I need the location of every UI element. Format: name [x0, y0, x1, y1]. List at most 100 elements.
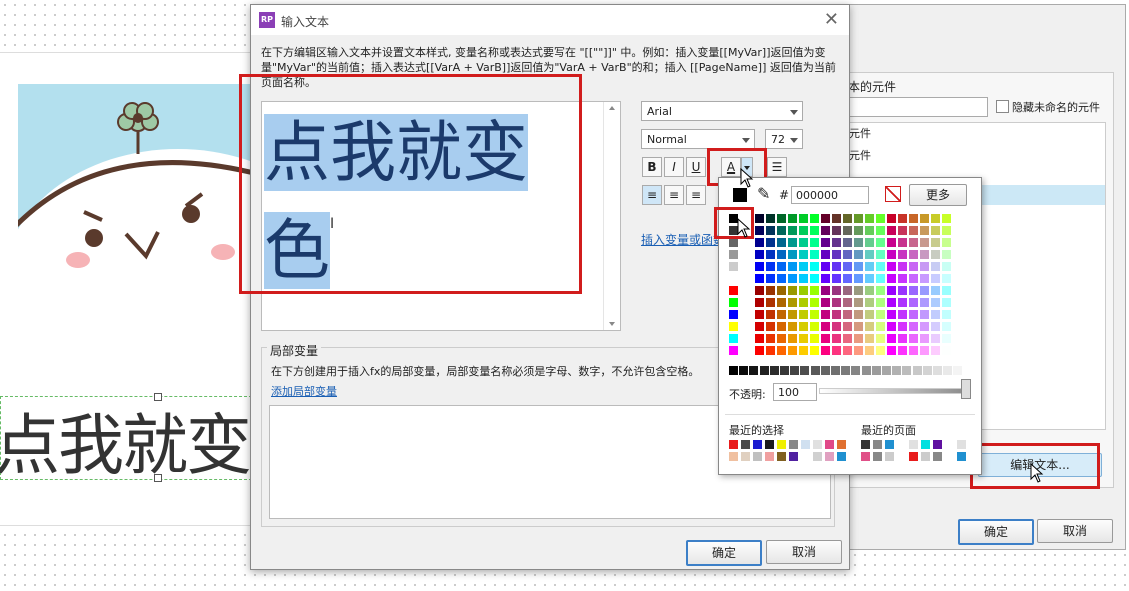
palette-swatch[interactable] [810, 346, 819, 355]
palette-swatch[interactable] [920, 226, 929, 235]
palette-swatch[interactable] [898, 250, 907, 259]
palette-swatch[interactable] [766, 262, 775, 271]
underline-button[interactable]: U [686, 157, 706, 177]
align-right-icon[interactable]: ≡ [686, 185, 706, 205]
palette-swatch[interactable] [777, 226, 786, 235]
basic-color-swatch[interactable] [729, 310, 738, 319]
palette-swatch[interactable] [909, 322, 918, 331]
basic-color-swatch[interactable] [729, 298, 738, 307]
palette-swatch[interactable] [843, 226, 852, 235]
palette-swatch[interactable] [821, 310, 830, 319]
align-left-icon[interactable]: ≡ [642, 185, 662, 205]
grey-swatch[interactable] [729, 366, 738, 375]
palette-swatch[interactable] [887, 298, 896, 307]
grey-swatch[interactable] [790, 366, 800, 375]
palette-swatch[interactable] [931, 286, 940, 295]
palette-swatch[interactable] [843, 298, 852, 307]
basic-color-swatch[interactable] [729, 238, 738, 247]
font-size-select[interactable]: 72 [765, 129, 803, 149]
palette-swatch[interactable] [843, 286, 852, 295]
palette-swatch[interactable] [909, 334, 918, 343]
palette-swatch[interactable] [799, 310, 808, 319]
basic-color-swatch[interactable] [729, 346, 738, 355]
recent-color-swatch[interactable] [813, 452, 822, 461]
palette-swatch[interactable] [931, 322, 940, 331]
grey-swatch[interactable] [933, 366, 942, 375]
recent-color-swatch[interactable] [825, 440, 834, 449]
palette-swatch[interactable] [788, 274, 797, 283]
grey-swatch[interactable] [912, 366, 922, 375]
palette-swatch[interactable] [810, 238, 819, 247]
palette-swatch[interactable] [865, 310, 874, 319]
palette-swatch[interactable] [832, 286, 841, 295]
palette-swatch[interactable] [931, 262, 940, 271]
recent-page-swatch[interactable] [885, 452, 894, 461]
palette-swatch[interactable] [755, 346, 764, 355]
palette-swatch[interactable] [854, 226, 863, 235]
recent-color-swatch[interactable] [777, 440, 786, 449]
palette-swatch[interactable] [920, 250, 929, 259]
palette-swatch[interactable] [755, 262, 764, 271]
palette-swatch[interactable] [931, 334, 940, 343]
palette-swatch[interactable] [887, 274, 896, 283]
palette-swatch[interactable] [777, 250, 786, 259]
opacity-input[interactable]: 100 [773, 383, 817, 401]
palette-swatch[interactable] [821, 298, 830, 307]
palette-swatch[interactable] [843, 274, 852, 283]
palette-swatch[interactable] [766, 274, 775, 283]
grey-swatch[interactable] [769, 366, 779, 375]
palette-swatch[interactable] [788, 286, 797, 295]
grey-swatch[interactable] [820, 366, 830, 375]
palette-swatch[interactable] [843, 346, 852, 355]
basic-color-swatch[interactable] [729, 262, 738, 271]
palette-swatch[interactable] [821, 214, 830, 223]
palette-swatch[interactable] [876, 238, 885, 247]
palette-swatch[interactable] [799, 226, 808, 235]
palette-swatch[interactable] [777, 214, 786, 223]
palette-swatch[interactable] [799, 286, 808, 295]
palette-swatch[interactable] [887, 334, 896, 343]
cancel-button[interactable]: 取消 [766, 540, 842, 564]
palette-swatch[interactable] [843, 214, 852, 223]
palette-swatch[interactable] [832, 250, 841, 259]
grey-swatch[interactable] [780, 366, 789, 375]
grey-swatch[interactable] [892, 366, 902, 375]
palette-swatch[interactable] [810, 262, 819, 271]
recent-color-swatch[interactable] [801, 452, 810, 461]
palette-swatch[interactable] [832, 298, 841, 307]
hex-input[interactable]: 000000 [791, 186, 869, 204]
palette-swatch[interactable] [898, 322, 907, 331]
grey-swatch[interactable] [882, 366, 891, 375]
basic-color-swatch[interactable] [729, 334, 738, 343]
palette-swatch[interactable] [821, 286, 830, 295]
palette-swatch[interactable] [821, 346, 830, 355]
palette-swatch[interactable] [799, 334, 808, 343]
palette-swatch[interactable] [942, 346, 951, 355]
palette-swatch[interactable] [854, 274, 863, 283]
palette-swatch[interactable] [898, 286, 907, 295]
palette-swatch[interactable] [766, 250, 775, 259]
palette-swatch[interactable] [887, 262, 896, 271]
recent-color-swatch[interactable] [729, 440, 738, 449]
recent-page-swatch[interactable] [909, 440, 918, 449]
palette-swatch[interactable] [788, 250, 797, 259]
palette-swatch[interactable] [766, 346, 775, 355]
recent-color-swatch[interactable] [741, 452, 750, 461]
palette-swatch[interactable] [942, 250, 951, 259]
palette-swatch[interactable] [810, 214, 819, 223]
grey-swatch[interactable] [871, 366, 881, 375]
palette-swatch[interactable] [931, 298, 940, 307]
palette-swatch[interactable] [755, 238, 764, 247]
palette-swatch[interactable] [865, 262, 874, 271]
palette-swatch[interactable] [810, 334, 819, 343]
ok-button[interactable]: 确定 [686, 540, 762, 566]
palette-swatch[interactable] [887, 226, 896, 235]
palette-swatch[interactable] [799, 262, 808, 271]
palette-swatch[interactable] [898, 238, 907, 247]
palette-swatch[interactable] [799, 250, 808, 259]
palette-swatch[interactable] [887, 310, 896, 319]
recent-color-swatch[interactable] [825, 452, 834, 461]
palette-swatch[interactable] [821, 322, 830, 331]
palette-swatch[interactable] [876, 214, 885, 223]
palette-swatch[interactable] [788, 322, 797, 331]
